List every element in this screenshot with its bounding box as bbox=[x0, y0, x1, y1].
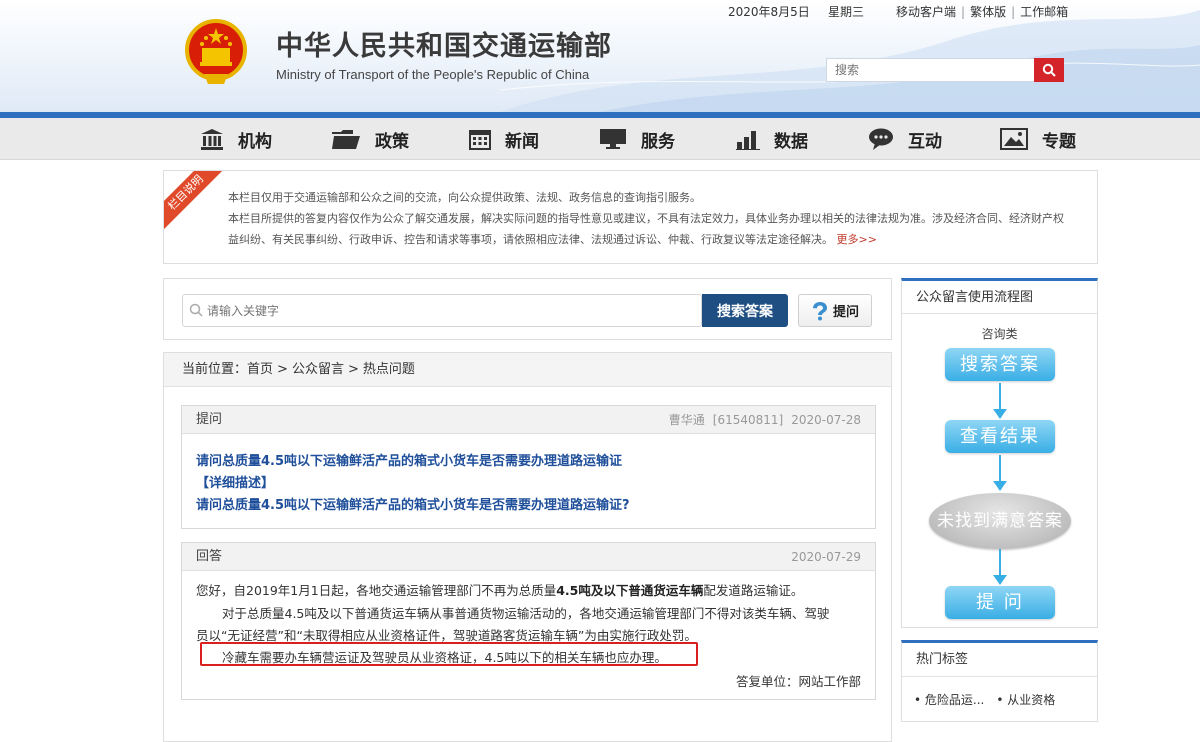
notice-line-3-text: 益纠纷、有关民事纠纷、行政申诉、控告和请求等事项，请依照相应法律、法规通过诉讼、… bbox=[228, 233, 833, 246]
nav-item-topics[interactable]: 专题 bbox=[1000, 118, 1076, 160]
question-id: [61540811] bbox=[712, 413, 784, 427]
question-search-panel: 搜索答案 提问 bbox=[163, 278, 892, 340]
breadcrumb-separator: > bbox=[347, 362, 359, 377]
header-search-button[interactable] bbox=[1034, 58, 1064, 82]
nav-item-service[interactable]: 服务 bbox=[599, 118, 675, 160]
header-date: 2020年8月5日 bbox=[728, 5, 810, 19]
hot-tags-list: • 危险品运... • 从业资格 bbox=[914, 691, 1067, 708]
search-icon bbox=[1042, 63, 1056, 77]
flow-arrow-down-icon bbox=[993, 455, 1007, 491]
site-header: 中华人民共和国交通运输部 Ministry of Transport of th… bbox=[0, 0, 1200, 112]
header-links: 移动客户端 | 繁体版 | 工作邮箱 bbox=[896, 3, 1068, 20]
traditional-chinese-link[interactable]: 繁体版 bbox=[970, 5, 1006, 19]
breadcrumb-home[interactable]: 首页 bbox=[247, 362, 273, 377]
header-search-input[interactable] bbox=[827, 59, 1035, 81]
search-answer-button[interactable]: 搜索答案 bbox=[702, 294, 788, 327]
mobile-client-link[interactable]: 移动客户端 bbox=[896, 5, 956, 19]
hot-tags-title: 热门标签 bbox=[902, 643, 1097, 677]
breadcrumb-public-message[interactable]: 公众留言 bbox=[292, 362, 344, 377]
link-separator: | bbox=[1011, 5, 1016, 19]
ask-question-label: 提问 bbox=[832, 305, 859, 320]
hot-tags-panel: 热门标签 • 危险品运... • 从业资格 bbox=[901, 640, 1098, 722]
nav-item-data[interactable]: 数据 bbox=[736, 118, 808, 160]
answer-paragraph-2-line-1: 对于总质量4.5吨及以下普通货运车辆从事普通货物运输活动的，各地交通运输管理部门… bbox=[222, 606, 830, 621]
calendar-icon bbox=[469, 130, 491, 150]
flow-arrow-down-icon bbox=[993, 383, 1007, 419]
nav-item-news[interactable]: 新闻 bbox=[469, 118, 539, 160]
question-author: 曹华通 bbox=[668, 413, 705, 427]
question-detail: 请问总质量4.5吨以下运输鲜活产品的箱式小货车是否需要办理道路运输证? bbox=[196, 498, 630, 513]
header-weekday: 星期三 bbox=[828, 5, 865, 19]
answer-header: 回答 2020-07-29 bbox=[182, 543, 875, 571]
nav-label: 互动 bbox=[908, 131, 942, 152]
breadcrumb: 当前位置：首页 > 公众留言 > 热点问题 bbox=[164, 353, 891, 387]
question-date: 2020-07-28 bbox=[791, 413, 861, 427]
national-emblem-icon bbox=[185, 19, 247, 84]
answer-date: 2020-07-29 bbox=[791, 550, 861, 564]
work-mail-link[interactable]: 工作邮箱 bbox=[1020, 5, 1068, 19]
answer-p1-bold: 4.5吨及以下普通货运车辆 bbox=[556, 583, 704, 598]
answer-paragraph-3: 冷藏车需要办车辆营运证及驾驶员从业资格证，4.5吨以下的相关车辆也应办理。 bbox=[222, 650, 667, 665]
nav-item-interaction[interactable]: 互动 bbox=[868, 118, 942, 160]
flow-step-no-answer: 未找到满意答案 bbox=[929, 493, 1071, 549]
question-header-label: 提问 bbox=[196, 412, 223, 427]
notice-line-3: 益纠纷、有关民事纠纷、行政申诉、控告和请求等事项，请依照相应法律、法规通过诉讼、… bbox=[228, 229, 877, 250]
main-content: 当前位置：首页 > 公众留言 > 热点问题 提问 曹华通 [61540811] 2020-0… bbox=[163, 352, 892, 742]
site-title: 中华人民共和国交通运输部 bbox=[276, 31, 612, 62]
nav-item-organization[interactable]: 机构 bbox=[200, 118, 272, 160]
answer-paragraph-1: 您好，自2019年1月1日起，各地交通运输管理部门不再为总质量4.5吨及以下普通… bbox=[196, 580, 803, 599]
flowchart-title: 公众留言使用流程图 bbox=[902, 281, 1097, 314]
tag-item[interactable]: • 从业资格 bbox=[996, 693, 1055, 707]
column-notice: 栏目说明 本栏目仅用于交通运输部和公众之间的交流，向公众提供政策、法规、政务信息… bbox=[163, 170, 1098, 264]
flow-step-ask[interactable]: 提 问 bbox=[945, 586, 1055, 619]
keyword-search-box bbox=[182, 294, 702, 327]
breadcrumb-separator: > bbox=[277, 362, 288, 377]
breadcrumb-hot-questions[interactable]: 热点问题 bbox=[363, 362, 415, 377]
header-search bbox=[826, 58, 1064, 82]
main-nav: 机构 政策 新闻 服务 数据 互动 专题 bbox=[0, 118, 1200, 160]
search-icon bbox=[189, 303, 203, 317]
question-mark-icon bbox=[812, 301, 827, 320]
notice-more-link[interactable]: 更多>> bbox=[837, 233, 877, 246]
question-title: 请问总质量4.5吨以下运输鲜活产品的箱式小货车是否需要办理道路运输证 bbox=[196, 454, 623, 469]
question-box: 提问 曹华通 [61540811] 2020-07-28 请问总质量4.5吨以下运输… bbox=[181, 405, 876, 529]
nav-label: 服务 bbox=[641, 131, 675, 152]
image-icon bbox=[1000, 128, 1028, 150]
question-detail-label: 【详细描述】 bbox=[196, 476, 275, 491]
answer-unit: 答复单位：网站工作部 bbox=[735, 674, 861, 689]
nav-label: 数据 bbox=[774, 131, 808, 152]
chat-icon bbox=[869, 128, 893, 150]
site-subtitle: Ministry of Transport of the People's Re… bbox=[276, 67, 590, 82]
question-header: 提问 曹华通 [61540811] 2020-07-28 bbox=[182, 406, 875, 434]
building-icon bbox=[201, 129, 223, 150]
nav-label: 专题 bbox=[1042, 131, 1076, 152]
answer-box: 回答 2020-07-29 您好，自2019年1月1日起，各地交通运输管理部门不… bbox=[181, 542, 876, 700]
nav-label: 新闻 bbox=[505, 131, 539, 152]
question-meta: 曹华通 [61540811] 2020-07-28 bbox=[661, 406, 861, 434]
flow-step-view-results[interactable]: 查看结果 bbox=[945, 420, 1055, 453]
flow-step-search[interactable]: 搜索答案 bbox=[945, 348, 1055, 381]
keyword-input[interactable] bbox=[207, 295, 687, 326]
usage-flowchart-panel: 公众留言使用流程图 咨询类 搜索答案 查看结果 未找到满意答案 提 问 bbox=[901, 278, 1098, 628]
notice-line-1: 本栏目仅用于交通运输部和公众之间的交流，向公众提供政策、法规、政务信息的查询指引… bbox=[228, 191, 701, 204]
tag-item[interactable]: • 危险品运... bbox=[914, 693, 984, 707]
ask-question-button[interactable]: 提问 bbox=[798, 294, 872, 327]
nav-item-policy[interactable]: 政策 bbox=[331, 118, 409, 160]
breadcrumb-label: 当前位置： bbox=[182, 362, 248, 377]
bar-chart-icon bbox=[736, 131, 760, 150]
link-separator: | bbox=[961, 5, 966, 19]
answer-header-label: 回答 bbox=[196, 549, 223, 564]
monitor-icon bbox=[600, 129, 626, 149]
notice-line-2: 本栏目所提供的答复内容仅作为公众了解交通发展，解决实际问题的指导性意见或建议，不… bbox=[228, 212, 1064, 225]
folder-icon bbox=[332, 130, 360, 149]
nav-label: 政策 bbox=[375, 131, 409, 152]
answer-meta: 2020-07-29 bbox=[783, 543, 861, 571]
flow-arrow-down-icon bbox=[993, 549, 1007, 585]
flowchart-category: 咨询类 bbox=[981, 327, 1018, 341]
answer-p1-part-c: 配发道路运输证。 bbox=[703, 583, 804, 598]
nav-label: 机构 bbox=[238, 131, 272, 152]
notice-ribbon: 栏目说明 bbox=[164, 171, 228, 235]
answer-p1-part-a: 您好，自2019年1月1日起，各地交通运输管理部门不再为总质量 bbox=[196, 583, 557, 598]
